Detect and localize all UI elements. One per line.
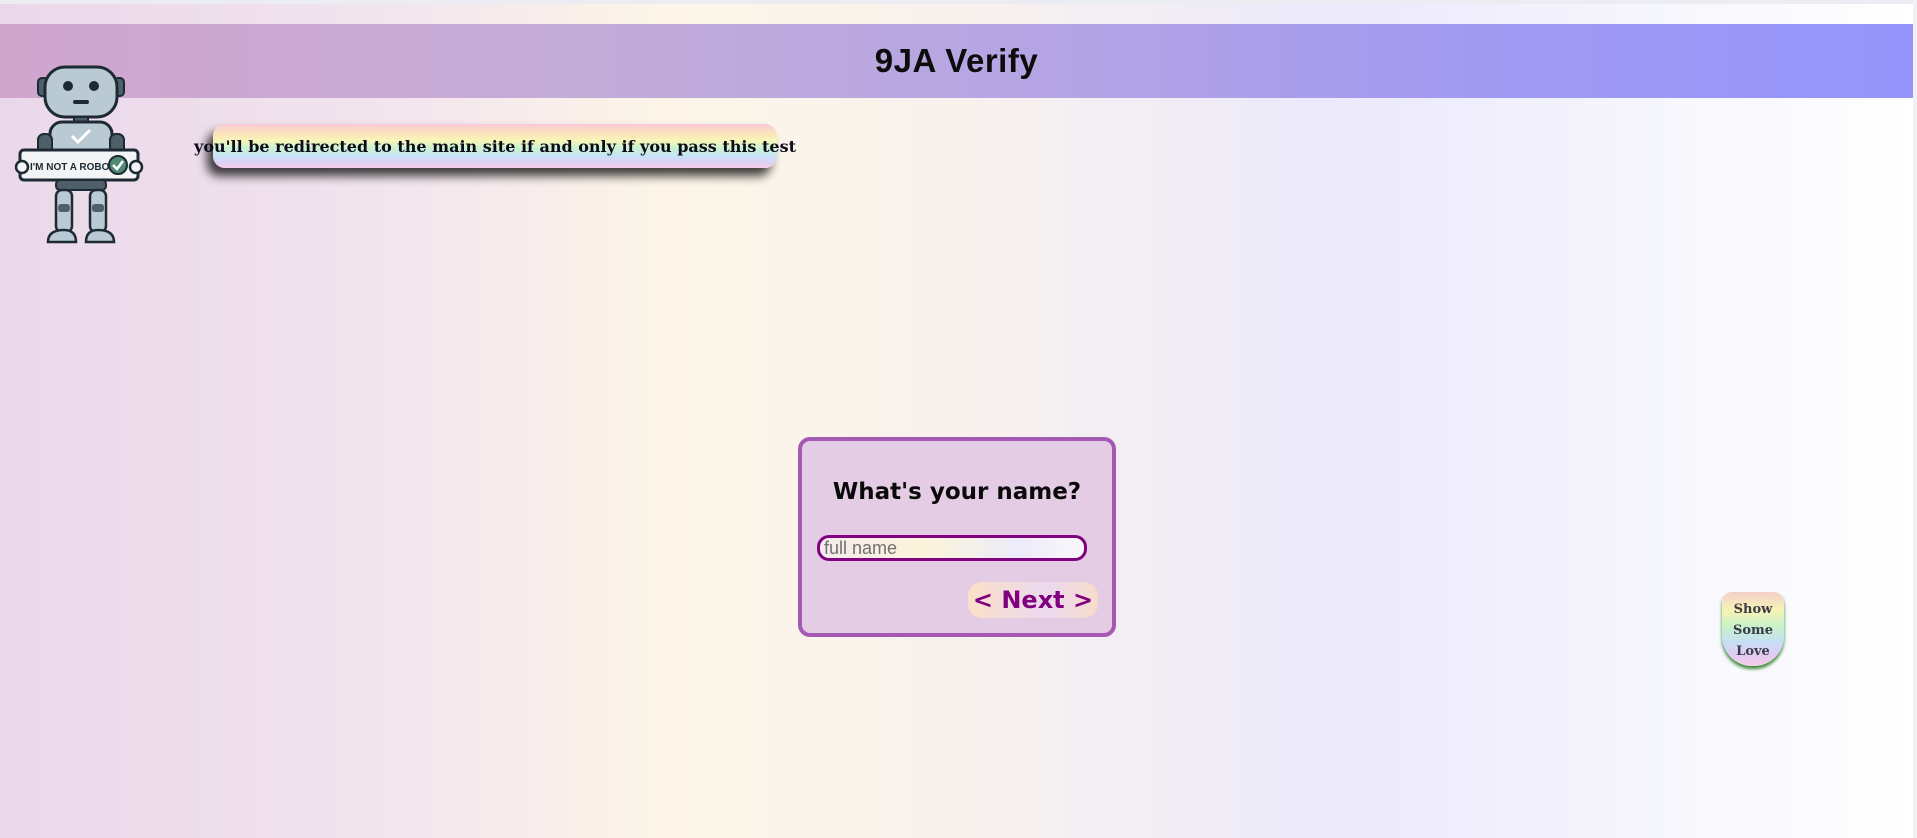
show-some-love-button[interactable]: Show Some Love bbox=[1722, 592, 1784, 666]
redirect-notice-text: you'll be redirected to the main site if… bbox=[194, 136, 796, 156]
love-line-3: Love bbox=[1736, 643, 1770, 659]
browser-top-strip bbox=[0, 0, 1917, 4]
name-question: What's your name? bbox=[832, 479, 1082, 505]
site-title: 9JA Verify bbox=[874, 42, 1039, 79]
scrollbar-edge bbox=[1913, 0, 1917, 838]
love-line-2: Some bbox=[1732, 622, 1774, 638]
love-line-1: Show bbox=[1733, 601, 1773, 617]
redirect-notice: you'll be redirected to the main site if… bbox=[194, 124, 796, 168]
page-background: 9JA Verify I'M NOT A ROBOT you'll be red… bbox=[0, 0, 1917, 838]
full-name-input[interactable] bbox=[817, 535, 1087, 561]
robot-sign-text: I'M NOT A ROBOT bbox=[30, 162, 116, 173]
next-button[interactable]: < Next > bbox=[968, 582, 1098, 618]
name-form-card: What's your name? < Next > bbox=[798, 437, 1116, 637]
robot-illustration: I'M NOT A ROBOT bbox=[14, 65, 144, 244]
site-header: 9JA Verify bbox=[0, 24, 1913, 98]
